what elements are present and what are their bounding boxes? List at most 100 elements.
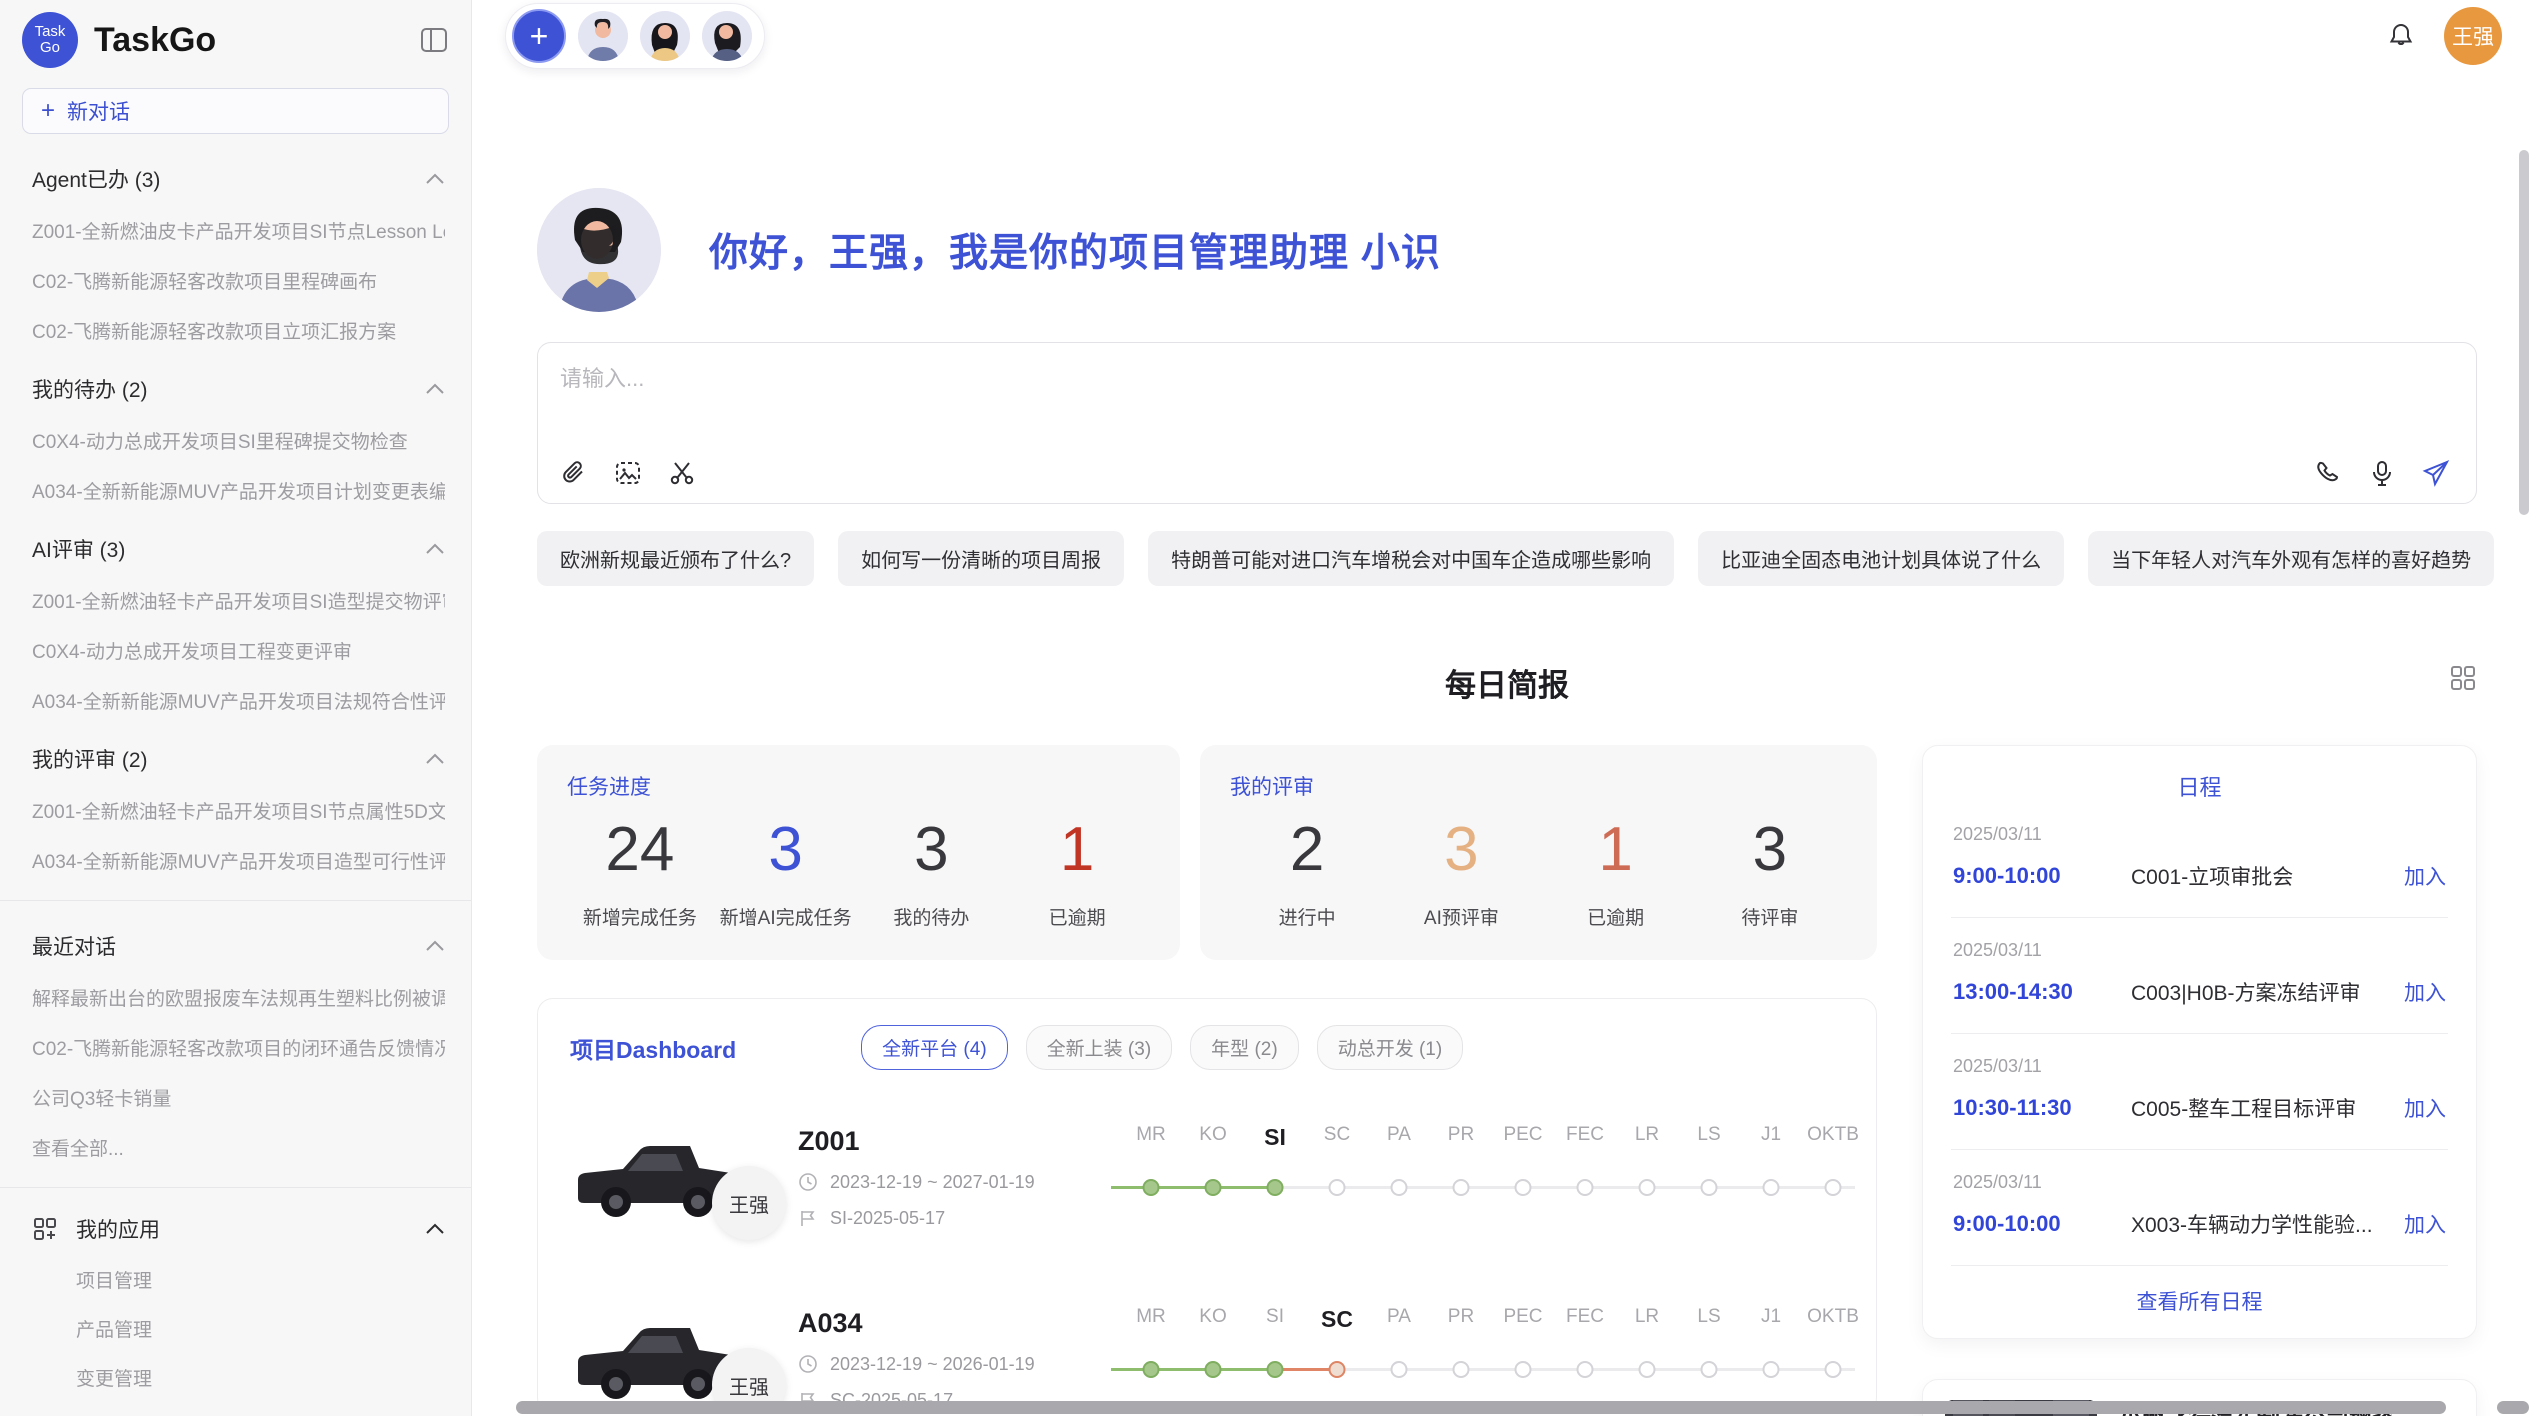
sidebar-item[interactable]: 公司Q3轻卡销量: [32, 1084, 445, 1111]
image-icon[interactable]: [614, 459, 642, 487]
dashboard-title: 项目Dashboard: [570, 1031, 736, 1065]
milestone-dot: [1453, 1361, 1470, 1378]
schedule-item[interactable]: 2025/03/11 10:30-11:30 C005-整车工程目标评审 加入: [1951, 1034, 2448, 1150]
stat-label: AI预评审: [1384, 903, 1538, 930]
vertical-scrollbar[interactable]: [2519, 150, 2529, 515]
tab-new-body[interactable]: 全新上装 (3): [1026, 1025, 1173, 1070]
milestone-dot: [1329, 1179, 1346, 1196]
stat-ai-prereview: 3 AI预评审: [1384, 807, 1538, 930]
suggestion-chip[interactable]: 特朗普可能对进口汽车增税会对中国车企造成哪些影响: [1148, 531, 1674, 586]
attachment-icon[interactable]: [560, 459, 588, 487]
horizontal-scrollbar-end[interactable]: [2497, 1401, 2529, 1414]
project-dates: 2023-12-19 ~ 2027-01-19: [798, 1172, 1083, 1193]
sidebar-item[interactable]: C02-飞腾新能源轻客改款项目里程碑画布: [32, 267, 445, 294]
join-link[interactable]: 加入: [2404, 1209, 2446, 1239]
clock-icon: [798, 1172, 818, 1192]
tab-year-model[interactable]: 年型 (2): [1190, 1025, 1299, 1070]
sidebar-item[interactable]: Z001-全新燃油皮卡产品开发项目SI节点Lesson Learn报告: [32, 217, 445, 244]
join-link[interactable]: 加入: [2404, 977, 2446, 1007]
recent-view-all-link[interactable]: 查看全部...: [32, 1134, 445, 1161]
stat-value: 1: [1004, 807, 1150, 893]
suggestion-chip[interactable]: 比亚迪全固态电池计划具体说了什么: [1698, 531, 2064, 586]
milestone-dot: [1577, 1361, 1594, 1378]
section-agent-done[interactable]: Agent已办 (3): [32, 164, 445, 194]
sidebar-item[interactable]: C02-飞腾新能源轻客改款项目立项汇报方案: [32, 317, 445, 344]
chat-input[interactable]: [560, 361, 2450, 425]
project-truck-image: 王强: [570, 1128, 798, 1226]
milestone-dot: [1639, 1361, 1656, 1378]
section-ai-review[interactable]: AI评审 (3): [32, 534, 445, 564]
daily-brief-title: 每日简报: [1445, 668, 1569, 703]
suggestion-chip[interactable]: 欧洲新规最近颁布了什么?: [537, 531, 814, 586]
project-row-a034[interactable]: 王强 A034 2023-12-19 ~ 2026-01-19: [570, 1284, 1844, 1414]
project-truck-image: 王强: [570, 1310, 798, 1408]
sidebar-collapse-icon[interactable]: [419, 25, 449, 55]
schedule-item[interactable]: 2025/03/11 9:00-10:00 X003-车辆动力学性能验... 加…: [1951, 1150, 2448, 1266]
phone-call-icon[interactable]: [2314, 459, 2342, 487]
agent-avatar-3[interactable]: [702, 11, 752, 61]
sidebar-item[interactable]: Z001-全新燃油轻卡产品开发项目SI节点属性5D文件评审: [32, 797, 445, 824]
app-item-change-mgmt[interactable]: 变更管理: [76, 1364, 445, 1391]
user-avatar[interactable]: 王强: [2444, 7, 2502, 65]
microphone-icon[interactable]: [2368, 459, 2396, 487]
sidebar-item[interactable]: 解释最新出台的欧盟报废车法规再生塑料比例被调至15%...: [32, 984, 445, 1011]
suggestion-chip[interactable]: 如何写一份清晰的项目周报: [838, 531, 1124, 586]
sidebar-item[interactable]: A034-全新新能源MUV产品开发项目造型可行性评审: [32, 847, 445, 874]
add-agent-button[interactable]: +: [512, 9, 566, 63]
notification-bell-icon[interactable]: [2386, 21, 2416, 51]
chevron-up-icon[interactable]: [425, 377, 445, 401]
tab-powertrain[interactable]: 动总开发 (1): [1317, 1025, 1464, 1070]
project-dashboard-card: 项目Dashboard 全新平台 (4) 全新上装 (3) 年型 (2) 动总开…: [537, 998, 1877, 1414]
chevron-up-icon[interactable]: [425, 747, 445, 771]
milestone-label: J1: [1761, 1306, 1781, 1328]
sidebar-item-my-apps[interactable]: 我的应用: [32, 1214, 445, 1244]
sidebar-item[interactable]: A034-全新新能源MUV产品开发项目计划变更表编写: [32, 477, 445, 504]
milestone-dot: [1639, 1179, 1656, 1196]
sidebar-item[interactable]: Z001-全新燃油轻卡产品开发项目SI造型提交物评审: [32, 587, 445, 614]
stat-ai-done: 3 新增AI完成任务: [713, 807, 859, 930]
milestone-dot: [1515, 1361, 1532, 1378]
app-item-product-mgmt[interactable]: 产品管理: [76, 1315, 445, 1342]
sidebar-item[interactable]: A034-全新新能源MUV产品开发项目法规符合性评审: [32, 687, 445, 714]
input-right-tools: [2314, 459, 2450, 487]
milestone-dot-overdue: [1329, 1361, 1346, 1378]
section-my-review[interactable]: 我的评审 (2): [32, 744, 445, 774]
join-link[interactable]: 加入: [2404, 861, 2446, 891]
app-item-project-mgmt[interactable]: 项目管理: [76, 1266, 445, 1293]
join-link[interactable]: 加入: [2404, 1093, 2446, 1123]
chevron-up-icon[interactable]: [425, 537, 445, 561]
chevron-up-icon[interactable]: [425, 167, 445, 191]
layout-grid-icon[interactable]: [2449, 664, 2477, 692]
stat-in-progress: 2 进行中: [1230, 807, 1384, 930]
daily-brief-header: 每日简报: [537, 660, 2477, 705]
chevron-up-icon[interactable]: [425, 1217, 445, 1241]
section-label: AI评审 (3): [32, 534, 125, 564]
sidebar-item[interactable]: C02-飞腾新能源轻客改款项目的闭环通告反馈情况: [32, 1034, 445, 1061]
agent-avatar-1[interactable]: [578, 11, 628, 61]
project-row-z001[interactable]: 王强 Z001 2023-12-19 ~ 2027-01-19: [570, 1102, 1844, 1252]
suggestion-chip[interactable]: 当下年轻人对汽车外观有怎样的喜好趋势: [2088, 531, 2494, 586]
chevron-up-icon[interactable]: [425, 934, 445, 958]
schedule-item[interactable]: 2025/03/11 13:00-14:30 C003|H0B-方案冻结评审 加…: [1951, 918, 2448, 1034]
schedule-name: X003-车辆动力学性能验...: [2131, 1209, 2392, 1239]
schedule-name: C003|H0B-方案冻结评审: [2131, 977, 2392, 1007]
send-icon[interactable]: [2422, 459, 2450, 487]
new-chat-button[interactable]: + 新对话: [22, 88, 449, 134]
milestone-label: MR: [1136, 1124, 1166, 1146]
sidebar-item[interactable]: C0X4-动力总成开发项目工程变更评审: [32, 637, 445, 664]
scissors-icon[interactable]: [668, 459, 696, 487]
divider: [0, 1187, 471, 1188]
section-recent-chats[interactable]: 最近对话: [32, 931, 445, 961]
view-all-schedule-link[interactable]: 查看所有日程: [1923, 1266, 2476, 1338]
stat-value: 1: [1539, 807, 1693, 893]
milestone-dot-done: [1267, 1361, 1284, 1378]
section-my-todo[interactable]: 我的待办 (2): [32, 374, 445, 404]
stat-review-overdue: 1 已逾期: [1539, 807, 1693, 930]
horizontal-scrollbar[interactable]: [516, 1401, 2446, 1414]
schedule-item[interactable]: 2025/03/11 9:00-10:00 C001-立项审批会 加入: [1951, 802, 2448, 918]
milestone-label: LS: [1697, 1306, 1720, 1328]
agent-avatar-2[interactable]: [640, 11, 690, 61]
tab-new-platform[interactable]: 全新平台 (4): [861, 1025, 1008, 1070]
section-label: 最近对话: [32, 931, 116, 961]
sidebar-item[interactable]: C0X4-动力总成开发项目SI里程碑提交物检查: [32, 427, 445, 454]
